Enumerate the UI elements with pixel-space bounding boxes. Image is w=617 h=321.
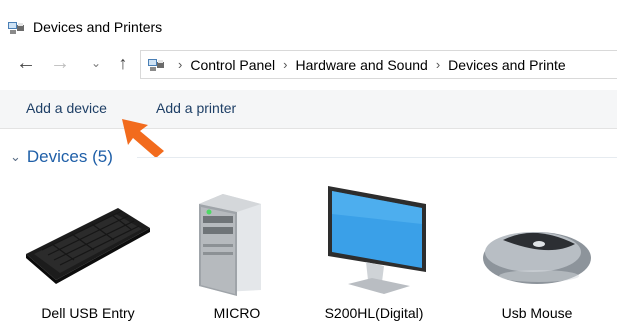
computer-tower-icon: [199, 194, 261, 296]
window-title: Devices and Printers: [33, 19, 163, 35]
device-item-keyboard[interactable]: Dell USB Entry: [26, 180, 150, 321]
breadcrumb-control-panel[interactable]: Control Panel: [190, 57, 275, 73]
title-bar: Devices and Printers: [0, 0, 617, 40]
chevron-down-icon[interactable]: ⌄: [10, 149, 21, 165]
chevron-right-icon[interactable]: ›: [436, 57, 440, 72]
up-arrow-icon[interactable]: ↑: [113, 52, 133, 74]
devices-group-header[interactable]: ⌄ Devices (5): [10, 146, 113, 168]
breadcrumb[interactable]: › Control Panel › Hardware and Sound › D…: [140, 50, 617, 79]
device-item-mouse[interactable]: Usb Mouse: [477, 180, 597, 321]
forward-arrow-icon[interactable]: →: [50, 52, 70, 74]
chevron-right-icon[interactable]: ›: [283, 57, 287, 72]
device-label: MICRO: [213, 305, 261, 321]
breadcrumb-devices-and-printers[interactable]: Devices and Printe: [448, 57, 566, 73]
chevron-down-icon[interactable]: ⌄: [89, 52, 103, 74]
mouse-icon: [483, 232, 591, 284]
device-label: Usb Mouse: [501, 305, 573, 321]
device-item-monitor[interactable]: S200HL(Digital): [314, 180, 434, 321]
device-label: Dell USB Entry: [41, 305, 135, 321]
group-divider: [137, 157, 617, 158]
devices-printers-location-icon: [148, 58, 164, 71]
device-label: S200HL(Digital): [324, 305, 424, 321]
device-item-computer[interactable]: MICRO: [177, 180, 297, 321]
keyboard-icon: [26, 208, 150, 284]
devices-printers-app-icon: [8, 22, 24, 34]
add-device-button[interactable]: Add a device: [26, 100, 107, 116]
back-arrow-icon[interactable]: ←: [16, 52, 36, 74]
breadcrumb-hardware-and-sound[interactable]: Hardware and Sound: [296, 57, 428, 73]
add-printer-button[interactable]: Add a printer: [156, 100, 236, 116]
chevron-right-icon[interactable]: ›: [178, 57, 182, 72]
annotation-arrow-icon: [122, 119, 164, 158]
group-title: Devices (5): [26, 147, 113, 166]
monitor-icon: [328, 186, 426, 294]
